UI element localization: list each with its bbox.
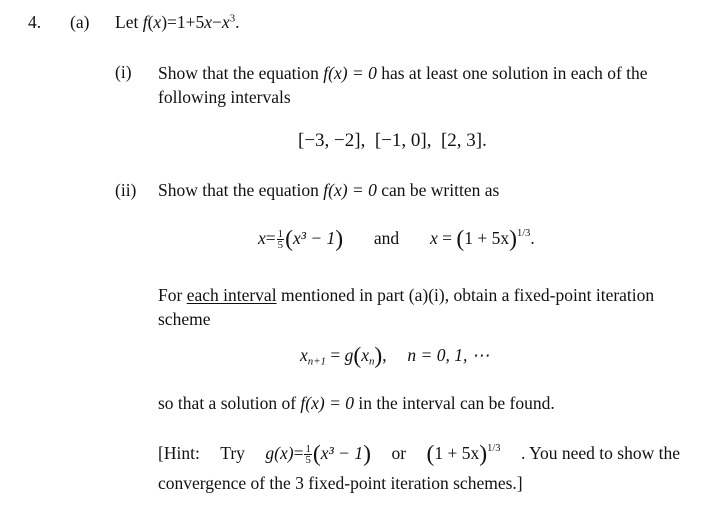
interval-2: [−1, 0] (374, 130, 427, 151)
form-2: x = (1 + 5x)1/3. (429, 225, 535, 252)
purpose-text: so that a solution of f(x) = 0 in the in… (158, 393, 555, 413)
equation-f-zero: f(x) = 0 (323, 63, 377, 83)
part-a-label: (a) (70, 12, 90, 32)
part-a-intro: Let (115, 12, 139, 32)
equation-f-zero: f(x) = 0 (323, 180, 377, 200)
hint-line-2: convergence of the 3 fixed-point iterati… (158, 473, 523, 493)
intervals-list: [−3, −2], [−1, 0], [2, 3]. (298, 130, 487, 151)
subpart-i-label: (i) (115, 62, 132, 82)
interval-1: [−3, −2] (298, 130, 361, 151)
subpart-ii-label: (ii) (115, 180, 137, 200)
subpart-i-text: Show that the equation f(x) = 0 has at l… (158, 63, 648, 107)
connector-and: and (373, 228, 400, 248)
instruction-text: For each interval mentioned in part (a)(… (158, 285, 655, 329)
form-1: x= 1 5 (x³ − 1) (258, 225, 344, 252)
iteration-scheme: xn+1 = g(xn), n = 0, 1, ⋯ (300, 342, 490, 369)
emphasis-each-interval: each interval (186, 285, 277, 305)
subpart-ii-text: Show that the equation f(x) = 0 can be w… (158, 180, 500, 200)
n-range: n = 0, 1, ⋯ (407, 345, 490, 365)
fraction-one-fifth: 15 (276, 227, 285, 252)
hint-g-option-2: (1 + 5x)1/3 (426, 440, 501, 467)
hint-line-1: [Hint: Try g(x)= 1 5 (x³ − 1) or (1 + 5x)1/… (158, 440, 680, 467)
hint-g-option-1: g(x)= 1 5 (x³ − 1) (265, 440, 371, 467)
rearranged-forms: x= 1 5 (x³ − 1) and x = (1 + 5x)1/3. (258, 225, 535, 252)
equation-f-zero: f(x) = 0 (300, 393, 355, 413)
interval-3: [2, 3] (440, 130, 483, 151)
part-a-statement: Let f(x)=1+5x−x3. (115, 12, 240, 33)
question-number: 4. (28, 12, 42, 32)
function-definition: f(x)=1+5x−x3. (142, 12, 240, 32)
